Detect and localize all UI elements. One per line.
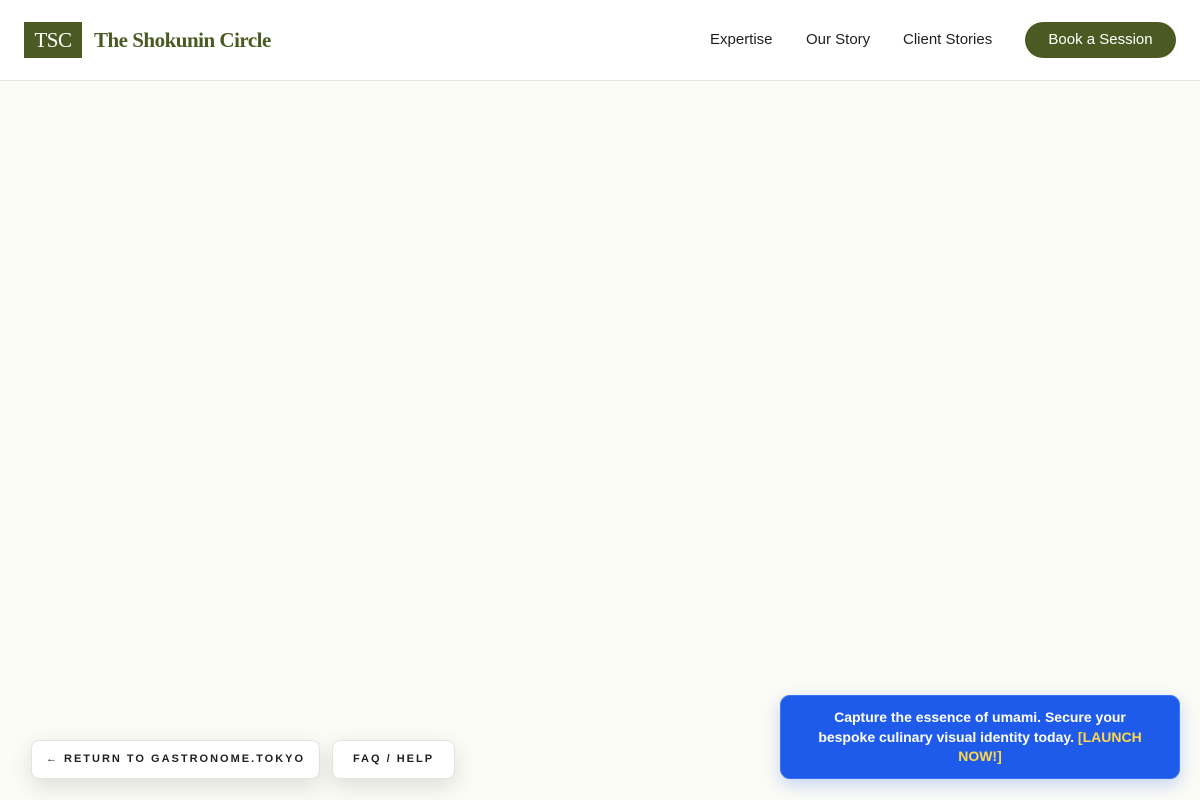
nav-link-expertise[interactable]: Expertise	[710, 22, 773, 58]
return-to-gastronome-button[interactable]: ← RETURN TO GASTRONOME.TOKYO	[31, 740, 320, 779]
brand-name[interactable]: The Shokunin Circle	[94, 22, 271, 58]
faq-help-button[interactable]: FAQ / HELP	[332, 740, 455, 779]
book-session-button[interactable]: Book a Session	[1025, 22, 1176, 58]
nav-link-our-story[interactable]: Our Story	[806, 22, 870, 58]
logo-mark[interactable]: TSC	[24, 22, 82, 58]
nav-link-client-stories[interactable]: Client Stories	[903, 22, 992, 58]
site-header: TSC The Shokunin Circle Expertise Our St…	[0, 0, 1200, 81]
promo-banner[interactable]: Capture the essence of umami. Secure you…	[780, 695, 1180, 779]
